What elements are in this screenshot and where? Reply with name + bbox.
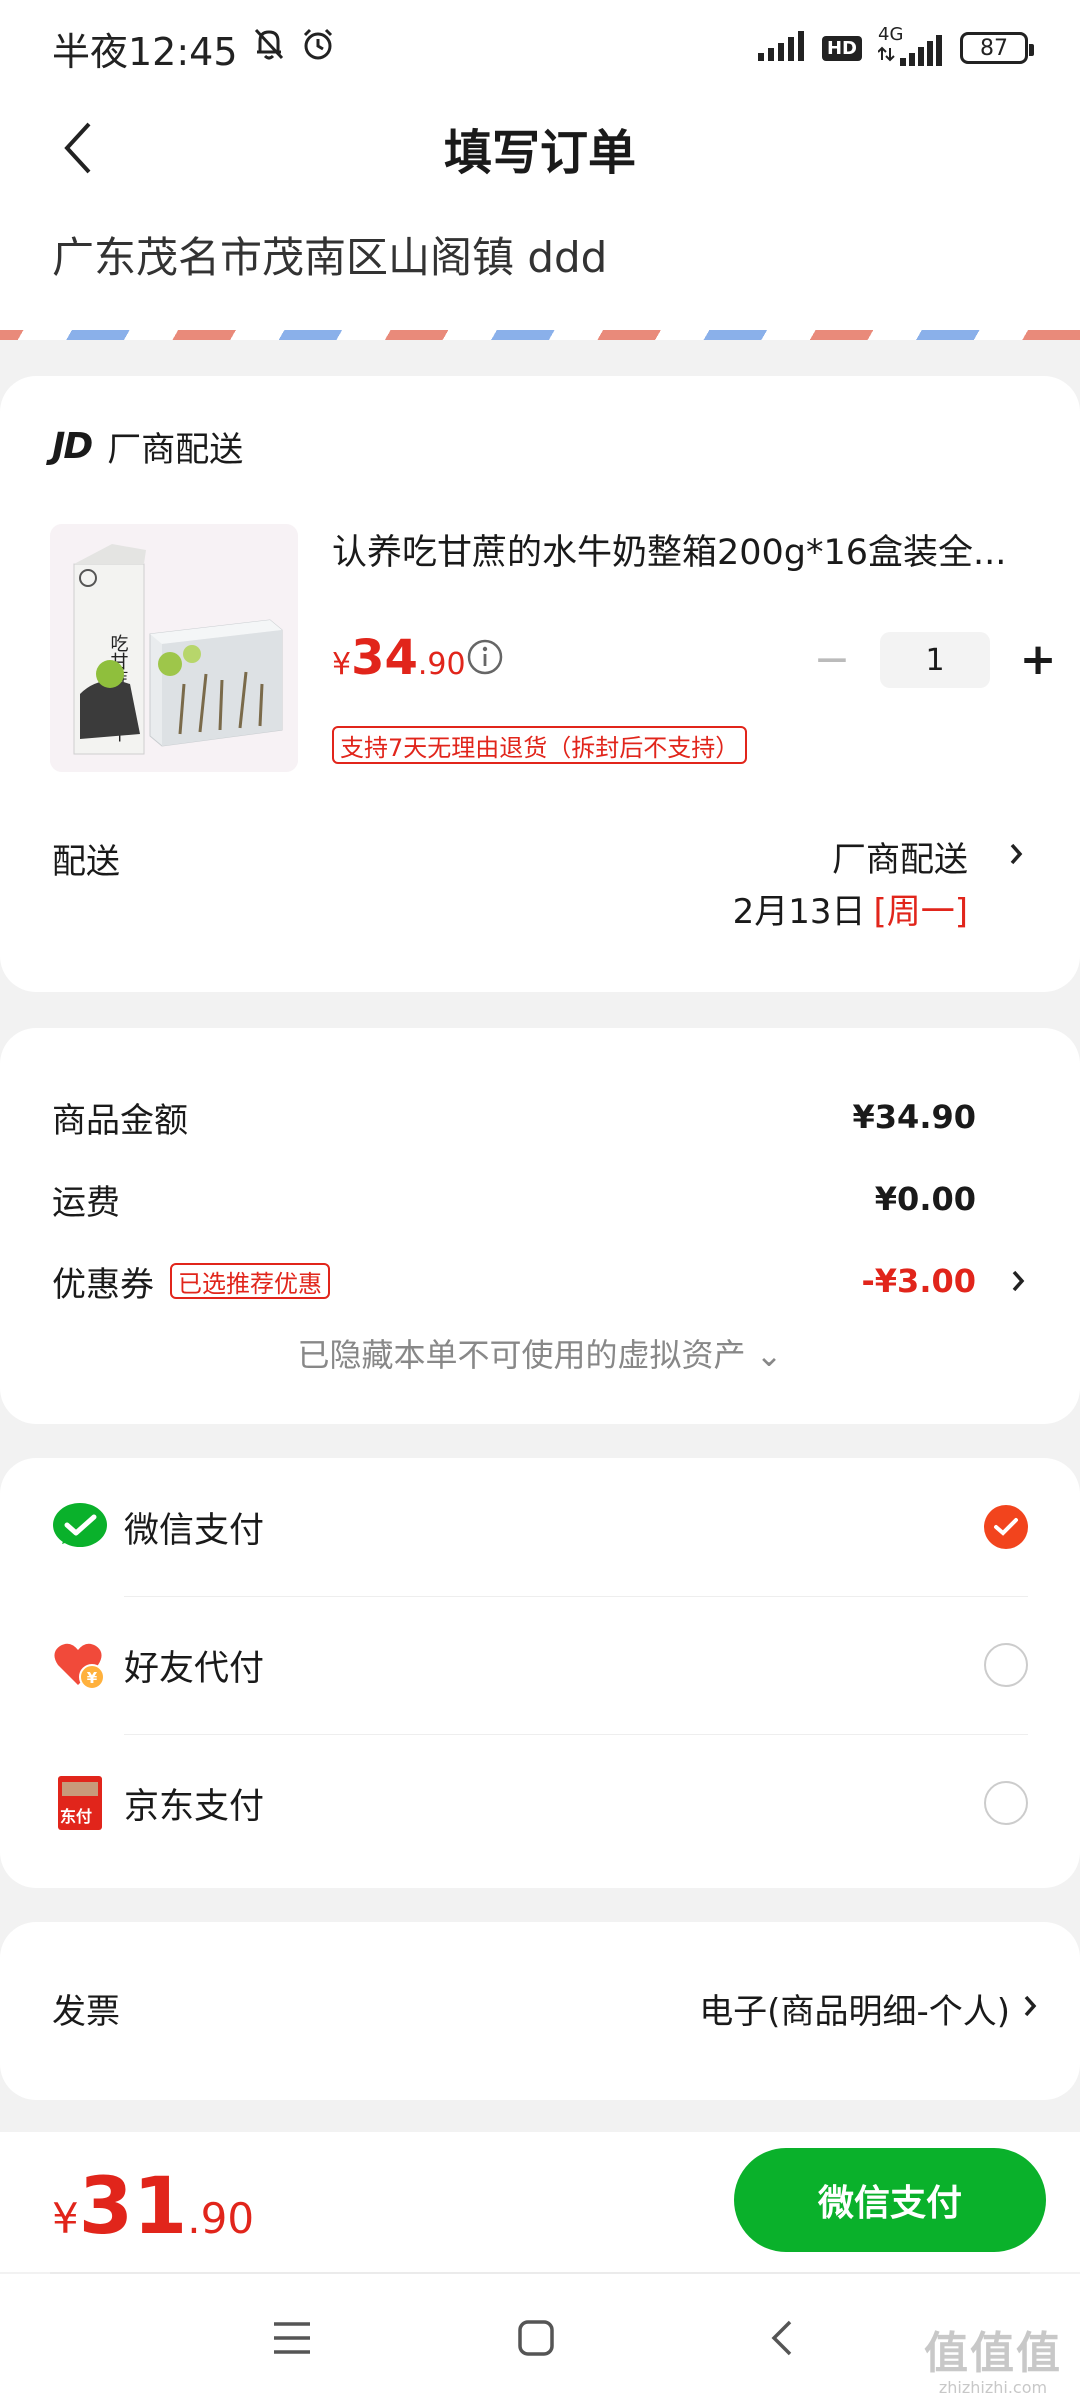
- shop-header: JD 厂商配送: [52, 422, 243, 471]
- radio-unselected[interactable]: [984, 1781, 1028, 1825]
- bell-off-icon: [252, 26, 286, 71]
- status-time: 半夜12:45: [52, 29, 238, 74]
- payment-option-friend[interactable]: ¥ 好友代付: [52, 1596, 1028, 1734]
- battery-icon: 87: [960, 32, 1034, 64]
- radio-unselected[interactable]: [984, 1643, 1028, 1687]
- chevron-right-icon[interactable]: [1006, 840, 1026, 868]
- signal-icon: [756, 26, 806, 70]
- shop-name: 厂商配送: [107, 430, 244, 470]
- hidden-assets-toggle[interactable]: 已隐藏本单不可使用的虚拟资产 ⌄: [0, 1330, 1080, 1376]
- price-currency: ¥: [332, 647, 352, 682]
- jd-pay-icon-text: 东付: [60, 1807, 93, 1826]
- jd-pay-icon: 东付: [52, 1775, 108, 1831]
- delivery-date: 2月13日 [周一]: [733, 884, 968, 933]
- delivery-date-text: 2月13日: [732, 892, 866, 932]
- coupon-recommended-badge: 已选推荐优惠: [170, 1263, 330, 1299]
- price-integer: 34: [351, 630, 418, 686]
- coupon-label-group: 优惠券 已选推荐优惠: [52, 1257, 330, 1306]
- shipping-fee-row: 运费 ¥0.00: [52, 1174, 1028, 1224]
- chevron-right-icon: [1020, 1992, 1040, 2020]
- coupon-row[interactable]: 优惠券 已选推荐优惠 -¥3.00: [52, 1256, 1028, 1306]
- jd-logo: JD: [52, 426, 93, 467]
- price-summary-card: 商品金额 ¥34.90 运费 ¥0.00 优惠券 已选推荐优惠 -¥3.00 已…: [0, 1028, 1080, 1424]
- coupon-value: -¥3.00: [861, 1262, 977, 1300]
- address-border-decoration: [0, 330, 1080, 340]
- milk-box-illustration: 吃甘蔗的水牛: [50, 524, 298, 772]
- payment-option-jd[interactable]: 东付 京东支付: [52, 1734, 1028, 1872]
- svg-text:¥: ¥: [87, 1669, 98, 1687]
- goods-amount-value: ¥34.90: [852, 1098, 976, 1136]
- order-total: ¥ 31 .90: [52, 2162, 254, 2252]
- product-image[interactable]: 吃甘蔗的水牛: [50, 524, 298, 772]
- total-currency: ¥: [52, 2194, 79, 2243]
- hd-badge: HD: [821, 35, 862, 61]
- watermark-main: 值值值: [924, 2328, 1062, 2379]
- page-header: 填写订单: [0, 96, 1080, 200]
- product-card: JD 厂商配送 吃甘蔗的水牛 认养吃甘蔗的水牛奶整箱200g*: [0, 376, 1080, 992]
- chevron-left-icon: [64, 122, 91, 174]
- friend-pay-icon: ¥: [52, 1637, 108, 1693]
- chevron-right-icon: [1008, 1267, 1028, 1295]
- decrease-quantity-button[interactable]: −: [810, 638, 854, 682]
- invoice-card[interactable]: 发票 电子(商品明细-个人): [0, 1922, 1080, 2100]
- watermark-sub: zhizhizhi.com: [938, 2378, 1048, 2397]
- status-bar: 半夜12:45 HD 4G 87: [0, 0, 1080, 96]
- shipping-fee-value: ¥0.00: [874, 1180, 976, 1218]
- radio-selected[interactable]: [984, 1505, 1028, 1549]
- payment-option-label: 微信支付: [124, 1510, 265, 1551]
- delivery-method[interactable]: 厂商配送: [832, 832, 968, 881]
- quantity-stepper: − 1 +: [810, 632, 1060, 688]
- address-text: 广东茂名市茂南区山阁镇 ddd: [52, 233, 608, 282]
- wechat-pay-icon: [52, 1499, 108, 1555]
- menu-icon[interactable]: [264, 2310, 320, 2366]
- delivery-weekday: [周一]: [873, 892, 968, 932]
- increase-quantity-button[interactable]: +: [1016, 638, 1060, 682]
- price-info-icon[interactable]: [466, 638, 504, 680]
- checkout-bar: ¥ 31 .90 微信支付: [0, 2132, 1080, 2272]
- product-price: ¥ 34 .90: [332, 630, 466, 686]
- payment-option-wechat[interactable]: 微信支付: [52, 1458, 1028, 1596]
- total-decimal: .90: [187, 2194, 255, 2243]
- quantity-input[interactable]: 1: [880, 632, 990, 688]
- submit-payment-button[interactable]: 微信支付: [734, 2148, 1046, 2252]
- goods-amount-row: 商品金额 ¥34.90: [52, 1092, 1028, 1142]
- payment-option-label: 好友代付: [124, 1648, 265, 1689]
- battery-level: 87: [980, 35, 1008, 61]
- delivery-label: 配送: [52, 842, 120, 882]
- home-icon[interactable]: [508, 2310, 564, 2366]
- goods-amount-label: 商品金额: [52, 1100, 188, 1141]
- price-decimal: .90: [417, 647, 466, 682]
- invoice-label: 发票: [52, 1992, 120, 2032]
- coupon-label: 优惠券: [52, 1264, 154, 1305]
- product-title[interactable]: 认养吃甘蔗的水牛奶整箱200g*16盒装全...: [332, 524, 1032, 575]
- shipping-fee-label: 运费: [52, 1182, 120, 1223]
- alarm-icon: [300, 26, 336, 71]
- back-nav-icon[interactable]: [754, 2310, 810, 2366]
- payment-option-label: 京东支付: [124, 1786, 265, 1827]
- page-title: 填写订单: [443, 125, 636, 181]
- network-signal-icon: 4G: [878, 24, 944, 66]
- return-policy-badge: 支持7天无理由退货（拆封后不支持）: [332, 726, 748, 764]
- payment-method-card: 微信支付 ¥ 好友代付 东付 京东支付: [0, 1458, 1080, 1888]
- back-button[interactable]: [48, 118, 108, 178]
- shipping-address[interactable]: 广东茂名市茂南区山阁镇 ddd: [0, 200, 1080, 330]
- watermark-logo: 值值值 zhizhizhi.com: [918, 2328, 1068, 2398]
- total-integer: 31: [78, 2162, 188, 2252]
- invoice-value: 电子(商品明细-个人): [699, 1992, 1010, 2032]
